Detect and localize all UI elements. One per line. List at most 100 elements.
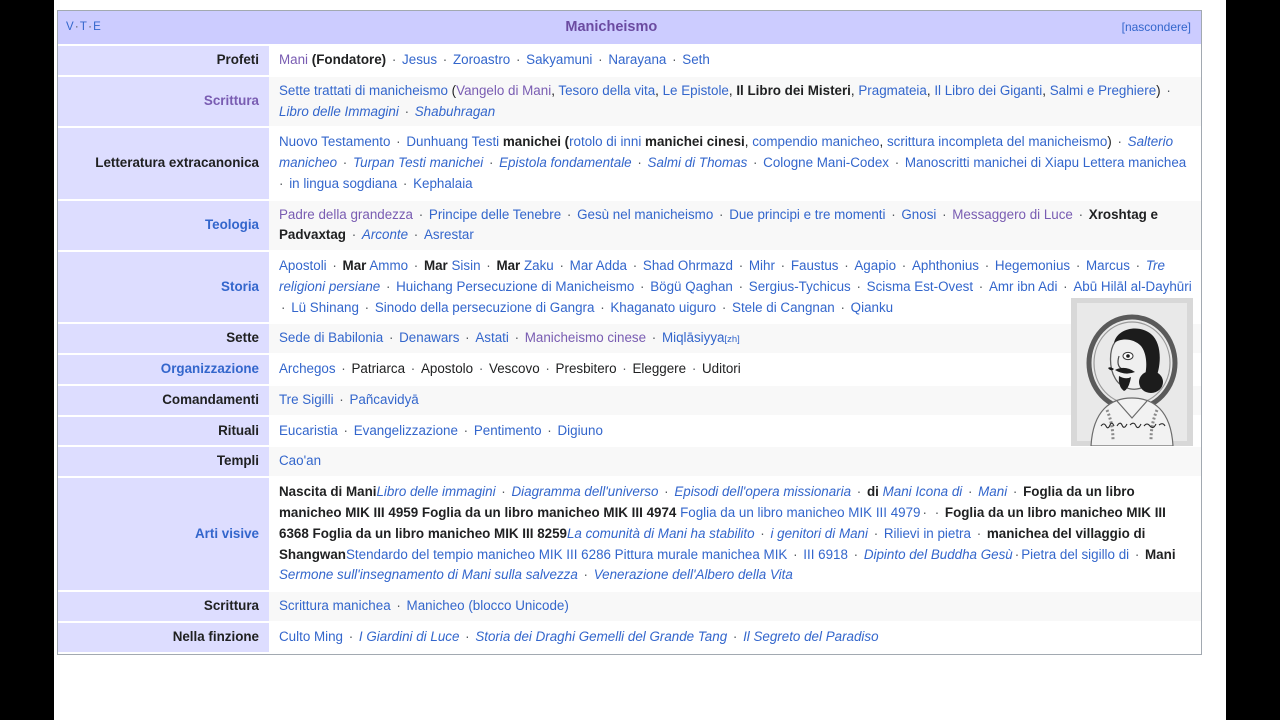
navbox-item[interactable]: Foglia da un libro manicheo MIK III 4979 xyxy=(676,505,920,520)
navbox-item[interactable]: Il Segreto del Paradiso xyxy=(743,629,878,644)
navbox-item[interactable]: Sisin xyxy=(448,258,481,273)
navbox-item[interactable]: Nuovo Testamento xyxy=(279,134,390,149)
vte-links[interactable]: V·T·E xyxy=(66,19,101,37)
navbox-item[interactable]: Scisma Est-Ovest xyxy=(867,279,973,294)
navbox-item[interactable]: Turpan Testi manichei xyxy=(353,155,483,170)
navbox-item[interactable]: Shad Ohrmazd xyxy=(643,258,733,273)
navbox-item[interactable]: Cao'an xyxy=(279,453,321,468)
navbox-item[interactable]: Rilievi in pietra xyxy=(884,526,971,541)
navbox-item[interactable]: Arconte xyxy=(362,227,408,242)
navbox-item[interactable]: Libro delle Immagini xyxy=(279,104,399,119)
navbox-item[interactable]: Narayana xyxy=(608,52,666,67)
navbox-item[interactable]: Kephalaia xyxy=(413,176,473,191)
navbox-title[interactable]: Manicheismo xyxy=(101,16,1122,38)
navbox-item[interactable]: Seth xyxy=(682,52,710,67)
navbox-item[interactable]: Asrestar xyxy=(424,227,474,242)
navbox-item[interactable]: Qianku xyxy=(851,300,893,315)
navbox-item[interactable]: Storia dei Draghi Gemelli del Grande Tan… xyxy=(475,629,727,644)
navbox-item[interactable]: Evangelizzazione xyxy=(354,423,458,438)
navbox-item[interactable]: in lingua sogdiana xyxy=(289,176,397,191)
navbox-item[interactable]: Mihr xyxy=(749,258,775,273)
navbox-item[interactable]: Sermone sull'insegnamento di Mani sulla … xyxy=(279,567,578,582)
navbox-item[interactable]: Gesù nel manicheismo xyxy=(577,207,713,222)
navbox-item[interactable]: La comunità di Mani ha stabilito xyxy=(567,526,755,541)
navbox-item[interactable]: Jesus xyxy=(402,52,437,67)
navbox-item[interactable]: Miqlāsiyya xyxy=(662,330,725,345)
navbox-item[interactable]: Abū Hilāl al-Dayhūri xyxy=(1073,279,1191,294)
navbox-item[interactable]: I Giardini di Luce xyxy=(359,629,459,644)
navbox-item[interactable]: Marcus xyxy=(1086,258,1130,273)
navbox-item[interactable]: Shabuhragan xyxy=(415,104,495,119)
navbox-item[interactable]: Manicheo (blocco Unicode) xyxy=(407,598,569,613)
navbox-item[interactable]: Pañcavidyā xyxy=(349,392,418,407)
navbox-item[interactable]: Libro delle immagini xyxy=(376,484,495,499)
navbox-item[interactable]: Vangelo di Mani xyxy=(456,83,551,98)
navbox-item[interactable]: Lü Shinang xyxy=(291,300,359,315)
navbox-item[interactable]: Faustus xyxy=(791,258,839,273)
view-link[interactable]: V xyxy=(66,21,74,33)
navbox-item[interactable]: Sakyamuni xyxy=(526,52,592,67)
navbox-item[interactable]: Stele di Cangnan xyxy=(732,300,835,315)
navbox-item[interactable]: scrittura incompleta del manicheismo xyxy=(887,134,1107,149)
navbox-item[interactable]: Sette trattati di manicheismo xyxy=(279,83,448,98)
navbox-item[interactable]: Zoroastro xyxy=(453,52,510,67)
navbox-item[interactable]: Mani xyxy=(279,52,308,67)
navbox-item[interactable]: Astati xyxy=(475,330,509,345)
navbox-item[interactable]: Il Libro dei Giganti xyxy=(934,83,1042,98)
navbox-item[interactable]: Bögü Qaghan xyxy=(650,279,733,294)
navbox-item[interactable]: Stendardo del tempio manicheo MIK III 62… xyxy=(346,547,787,562)
navbox-item[interactable]: Messaggero di Luce xyxy=(952,207,1073,222)
navbox-item[interactable]: Le Epistole xyxy=(663,83,729,98)
navbox-row-label[interactable]: Storia xyxy=(58,252,269,323)
navbox-item[interactable]: Eucaristia xyxy=(279,423,338,438)
navbox-item[interactable]: Mar Adda xyxy=(570,258,627,273)
navbox-item[interactable]: compendio manicheo xyxy=(752,134,879,149)
navbox-item[interactable]: Ammo xyxy=(366,258,408,273)
navbox-item[interactable]: Archegos xyxy=(279,361,336,376)
navbox-item[interactable]: Dipinto del Buddha Gesù xyxy=(864,547,1013,562)
navbox-item[interactable]: Dunhuang Testi xyxy=(406,134,499,149)
navbox-row-label[interactable]: Arti visive xyxy=(58,478,269,591)
navbox-item[interactable]: Digiuno xyxy=(557,423,602,438)
navbox-item[interactable]: Sergius-Tychicus xyxy=(749,279,851,294)
navbox-item[interactable]: Amr ibn Adi xyxy=(989,279,1057,294)
navbox-item[interactable]: Huichang Persecuzione di Manicheismo xyxy=(396,279,634,294)
navbox-item[interactable]: Denawars xyxy=(399,330,459,345)
navbox-item[interactable]: Sede di Babilonia xyxy=(279,330,383,345)
talk-link[interactable]: T xyxy=(80,21,87,33)
navbox-item[interactable]: rotolo di inni xyxy=(569,134,641,149)
navbox-row-label[interactable]: Scrittura xyxy=(58,76,269,127)
navbox-item[interactable]: Mani Icona di xyxy=(879,484,963,499)
navbox-item[interactable]: Tre Sigilli xyxy=(279,392,334,407)
navbox-item[interactable]: Khaganato uiguro xyxy=(610,300,716,315)
navbox-item[interactable]: Mani xyxy=(978,484,1007,499)
navbox-item[interactable]: Agapio xyxy=(854,258,896,273)
navbox-item[interactable]: Sinodo della persecuzione di Gangra xyxy=(375,300,595,315)
navbox-item[interactable]: Epistola fondamentale xyxy=(499,155,632,170)
edit-link[interactable]: E xyxy=(93,21,101,33)
navbox-item[interactable]: Manicheismo cinese xyxy=(525,330,646,345)
navbox-item[interactable]: Salmi di Thomas xyxy=(648,155,748,170)
navbox-item[interactable]: Venerazione dell'Albero della Vita xyxy=(594,567,793,582)
navbox-item[interactable]: Manoscritti manichei di Xiapu Lettera ma… xyxy=(905,155,1186,170)
navbox-item[interactable]: Pragmateia xyxy=(858,83,926,98)
navbox-item[interactable]: Tesoro della vita xyxy=(558,83,655,98)
navbox-item[interactable]: Zaku xyxy=(520,258,554,273)
navbox-item[interactable]: Hegemonius xyxy=(995,258,1070,273)
navbox-item[interactable]: Apostoli xyxy=(279,258,327,273)
navbox-item[interactable]: Principe delle Tenebre xyxy=(429,207,561,222)
navbox-item[interactable]: Pietra del sigillo di xyxy=(1021,547,1129,562)
navbox-item[interactable]: Diagramma dell'universo xyxy=(511,484,658,499)
navbox-row-label[interactable]: Organizzazione xyxy=(58,355,269,384)
navbox-hide-link[interactable]: [nascondere] xyxy=(1122,18,1193,37)
navbox-item[interactable]: Aphthonius xyxy=(912,258,979,273)
navbox-item[interactable]: Padre della grandezza xyxy=(279,207,413,222)
navbox-item[interactable]: i genitori di Mani xyxy=(770,526,868,541)
navbox-item[interactable]: Scrittura manichea xyxy=(279,598,391,613)
navbox-item[interactable]: Pentimento xyxy=(474,423,542,438)
navbox-row-label[interactable]: Teologia xyxy=(58,200,269,251)
navbox-item[interactable]: Salmi e Preghiere xyxy=(1050,83,1156,98)
navbox-item[interactable]: Gnosi xyxy=(901,207,936,222)
navbox-item[interactable]: Due principi e tre momenti xyxy=(729,207,885,222)
navbox-item[interactable]: Episodi dell'opera missionaria xyxy=(674,484,851,499)
